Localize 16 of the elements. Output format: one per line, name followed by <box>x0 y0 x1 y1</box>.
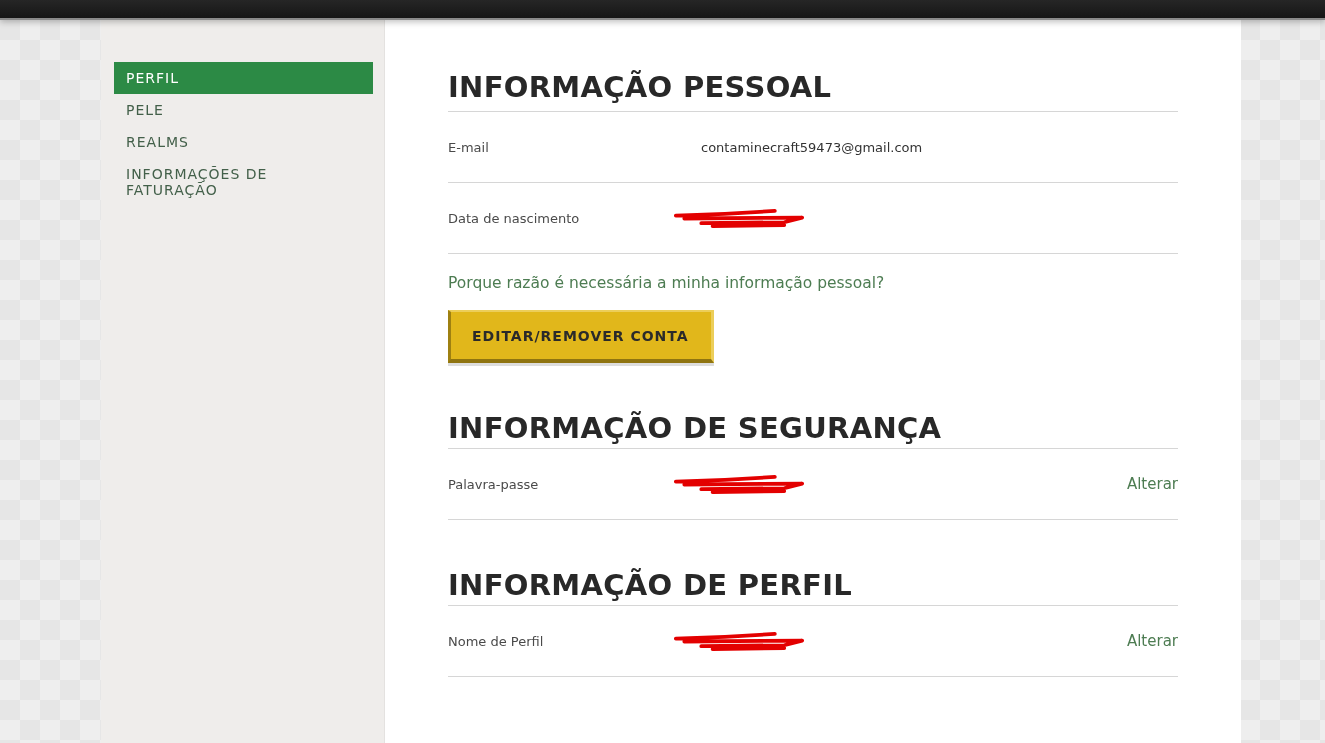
section-heading: INFORMAÇÃO DE SEGURANÇA <box>448 411 942 445</box>
sidebar-item[interactable]: REALMS <box>114 126 373 158</box>
section-heading: INFORMAÇÃO PESSOAL <box>448 70 832 104</box>
info-link[interactable]: Porque razão é necessária a minha informação pessoal? <box>448 272 885 294</box>
field-label: E-mail <box>448 139 490 155</box>
sidebar-item[interactable]: PERFIL <box>114 62 373 94</box>
field-value: contaminecraft59473@gmail.com <box>701 139 923 155</box>
field-label: Palavra-passe <box>448 476 540 492</box>
field-label: Data de nascimento <box>448 210 581 226</box>
change-link[interactable]: Alterar <box>1126 632 1178 650</box>
edit-account-button[interactable]: EDITAR/REMOVER CONTA <box>448 310 714 363</box>
field-label: Nome de Perfil <box>448 633 545 649</box>
sidebar-item[interactable]: PELE <box>114 94 373 126</box>
change-link[interactable]: Alterar <box>1126 475 1178 493</box>
section-heading: INFORMAÇÃO DE PERFIL <box>448 568 853 602</box>
sidebar-item[interactable]: INFORMAÇÕES DE FATURAÇÃO <box>114 158 373 206</box>
